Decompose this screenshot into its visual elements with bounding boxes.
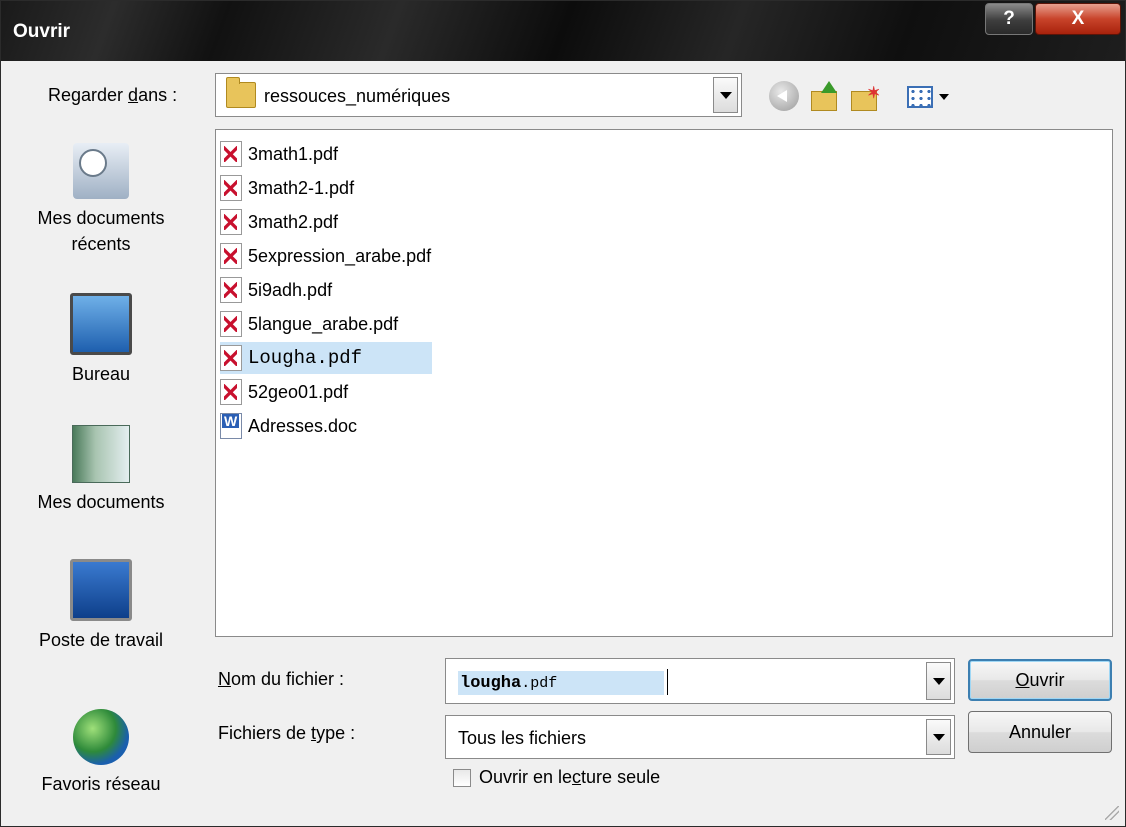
read-only-option[interactable]: Ouvrir en lecture seule [453,767,660,788]
file-type-label: Fichiers de type : [218,723,356,743]
network-places-icon [73,709,129,765]
pdf-file-icon [220,277,242,303]
pdf-file-icon [220,311,242,337]
file-item-selected[interactable]: Lougha.pdf [220,342,432,374]
close-button[interactable]: X [1035,3,1121,35]
place-label: Mes documents [37,208,165,228]
resize-grip-icon[interactable] [1105,806,1119,820]
chevron-down-icon[interactable] [926,719,951,755]
look-in-value: ressouces_numériques [264,86,451,106]
recent-documents-icon [73,143,129,199]
place-label: Mes documents [37,492,165,512]
up-folder-icon[interactable] [809,81,839,111]
file-item[interactable]: Adresses.doc [220,410,357,442]
read-only-checkbox[interactable] [453,768,471,787]
places-bar: Mes documents récents Bureau Mes documen… [1,129,201,826]
file-item[interactable]: 52geo01.pdf [220,376,348,408]
my-computer-icon [70,559,132,621]
open-dialog: Ouvrir ? X Regarder dans : ressouces_num… [0,0,1126,827]
place-label: Bureau [71,364,131,384]
file-name-label: Nom du fichier : [218,669,345,689]
my-documents-icon [72,425,130,483]
folder-icon [226,77,256,108]
read-only-label: Ouvrir en lecture seule [479,767,661,787]
file-type-dropdown[interactable]: Tous les fichiers [445,715,955,759]
cancel-button[interactable]: Annuler [968,711,1112,753]
file-list[interactable]: 3math1.pdf 3math2-1.pdf 3math2.pdf 5expr… [215,129,1113,637]
file-item[interactable]: 3math1.pdf [220,138,338,170]
title-bar[interactable]: Ouvrir ? X [1,1,1125,61]
file-type-value: Tous les fichiers [458,728,587,748]
file-name-input[interactable]: lougha.pdf [445,658,955,704]
look-in-dropdown[interactable]: ressouces_numériques [215,73,742,117]
dialog-title: Ouvrir [13,21,71,42]
chevron-down-icon[interactable] [926,662,951,700]
file-name-value: lougha.pdf [458,671,664,695]
pdf-file-icon [220,345,242,371]
back-arrow-icon[interactable] [769,81,799,111]
file-item[interactable]: 3math2.pdf [220,206,338,238]
pdf-file-icon [220,209,242,235]
pdf-file-icon [220,141,242,167]
place-label: récents [71,234,131,254]
chevron-down-icon[interactable] [713,77,738,113]
place-desktop[interactable]: Bureau [1,293,201,387]
word-document-icon [220,413,242,439]
place-label: Poste de travail [38,630,164,650]
pdf-file-icon [220,175,242,201]
desktop-icon [70,293,132,355]
look-in-label: Regarder dans : [48,85,178,105]
close-icon: X [1071,8,1085,29]
help-button[interactable]: ? [985,3,1033,35]
text-caret [667,669,668,695]
help-icon: ? [1003,8,1015,29]
open-button[interactable]: Ouvrir [968,659,1112,701]
place-label: Favoris réseau [41,774,161,794]
file-item[interactable]: 3math2-1.pdf [220,172,354,204]
pdf-file-icon [220,243,242,269]
new-folder-icon[interactable]: ✶ [849,81,880,111]
place-recent-documents[interactable]: Mes documents récents [1,143,201,257]
file-item[interactable]: 5i9adh.pdf [220,274,332,306]
place-my-documents[interactable]: Mes documents [1,425,201,515]
views-menu-icon[interactable] [905,81,951,111]
file-item[interactable]: 5langue_arabe.pdf [220,308,398,340]
place-network[interactable]: Favoris réseau [1,709,201,797]
pdf-file-icon [220,379,242,405]
file-item[interactable]: 5expression_arabe.pdf [220,240,431,272]
place-my-computer[interactable]: Poste de travail [1,559,201,653]
